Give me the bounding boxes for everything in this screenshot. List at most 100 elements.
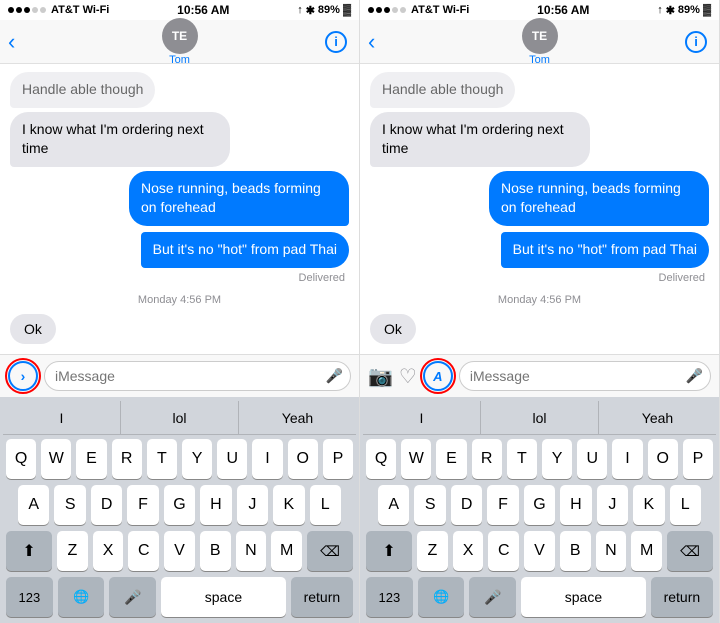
predictive-item[interactable]: Yeah — [599, 401, 716, 434]
back-button-left[interactable]: ‹ — [8, 29, 15, 55]
key-return[interactable]: return — [651, 577, 713, 617]
key-globe[interactable]: 🌐 — [418, 577, 465, 617]
camera-icon[interactable]: 📷 — [368, 364, 393, 389]
predictive-item[interactable]: lol — [121, 401, 239, 434]
key-j[interactable]: J — [237, 485, 268, 525]
key-l[interactable]: L — [310, 485, 341, 525]
key-p[interactable]: P — [683, 439, 713, 479]
key-z[interactable]: Z — [417, 531, 448, 571]
key-delete[interactable]: ⌫ — [307, 531, 353, 571]
message-input-right[interactable] — [459, 361, 711, 391]
key-a[interactable]: A — [378, 485, 409, 525]
bubble-incoming-truncated: Handle able though — [370, 72, 515, 108]
key-mic[interactable]: 🎤 — [109, 577, 156, 617]
key-row-bottom: 123 🌐 🎤 space return — [366, 577, 713, 617]
key-n[interactable]: N — [596, 531, 627, 571]
key-c[interactable]: C — [128, 531, 159, 571]
battery-label-right: 89% — [678, 4, 700, 16]
key-o[interactable]: O — [288, 439, 318, 479]
key-q[interactable]: Q — [6, 439, 36, 479]
key-i[interactable]: I — [252, 439, 282, 479]
key-e[interactable]: E — [76, 439, 106, 479]
key-mic[interactable]: 🎤 — [469, 577, 516, 617]
key-x[interactable]: X — [453, 531, 484, 571]
key-w[interactable]: W — [41, 439, 71, 479]
key-y[interactable]: Y — [182, 439, 212, 479]
battery-icon-left: ▓ — [343, 4, 351, 16]
key-j[interactable]: J — [597, 485, 628, 525]
key-number[interactable]: 123 — [366, 577, 413, 617]
keyboard-right: I lol Yeah Q W E R T Y U I O P A S D F — [360, 397, 719, 623]
key-k[interactable]: K — [633, 485, 664, 525]
key-s[interactable]: S — [54, 485, 85, 525]
predictive-item[interactable]: lol — [481, 401, 599, 434]
heart-icon[interactable]: ♡ — [399, 364, 417, 389]
key-t[interactable]: T — [507, 439, 537, 479]
key-u[interactable]: U — [217, 439, 247, 479]
bubble-incoming: I know what I'm ordering next time — [10, 112, 230, 167]
key-g[interactable]: G — [524, 485, 555, 525]
key-t[interactable]: T — [147, 439, 177, 479]
key-r[interactable]: R — [112, 439, 142, 479]
key-f[interactable]: F — [487, 485, 518, 525]
key-b[interactable]: B — [560, 531, 591, 571]
message-input-left[interactable] — [44, 361, 351, 391]
messages-area-right: Handle able though I know what I'm order… — [360, 64, 719, 354]
key-m[interactable]: M — [631, 531, 662, 571]
status-right-right: ↑ ✱ 89% ▓ — [657, 4, 711, 17]
predictive-item[interactable]: Yeah — [239, 401, 356, 434]
key-v[interactable]: V — [524, 531, 555, 571]
input-area-right: 📷 ♡ A 🎤 — [360, 354, 719, 397]
key-v[interactable]: V — [164, 531, 195, 571]
key-shift[interactable]: ⬆ — [366, 531, 412, 571]
key-o[interactable]: O — [648, 439, 678, 479]
key-space[interactable]: space — [521, 577, 646, 617]
key-z[interactable]: Z — [57, 531, 88, 571]
back-button-right[interactable]: ‹ — [368, 29, 375, 55]
avatar-right: TE — [522, 18, 558, 54]
key-y[interactable]: Y — [542, 439, 572, 479]
app-store-button-right[interactable]: A — [423, 361, 453, 391]
key-return[interactable]: return — [291, 577, 353, 617]
key-h[interactable]: H — [560, 485, 591, 525]
key-globe[interactable]: 🌐 — [58, 577, 105, 617]
key-h[interactable]: H — [200, 485, 231, 525]
carrier-label-left: AT&T Wi-Fi — [51, 4, 109, 16]
predictive-bar-right: I lol Yeah — [363, 401, 716, 435]
key-d[interactable]: D — [451, 485, 482, 525]
key-e[interactable]: E — [436, 439, 466, 479]
key-c[interactable]: C — [488, 531, 519, 571]
key-number[interactable]: 123 — [6, 577, 53, 617]
key-g[interactable]: G — [164, 485, 195, 525]
key-r[interactable]: R — [472, 439, 502, 479]
key-k[interactable]: K — [273, 485, 304, 525]
key-m[interactable]: M — [271, 531, 302, 571]
predictive-item[interactable]: I — [3, 401, 121, 434]
key-a[interactable]: A — [18, 485, 49, 525]
key-shift[interactable]: ⬆ — [6, 531, 52, 571]
time-label-messages-left: Monday 4:56 PM — [10, 294, 349, 306]
info-button-left[interactable]: i — [325, 31, 347, 53]
key-d[interactable]: D — [91, 485, 122, 525]
key-row: A S D F G H J K L — [366, 485, 713, 525]
expand-button-left[interactable]: › — [8, 361, 38, 391]
key-l[interactable]: L — [670, 485, 701, 525]
key-i[interactable]: I — [612, 439, 642, 479]
key-u[interactable]: U — [577, 439, 607, 479]
key-s[interactable]: S — [414, 485, 445, 525]
key-f[interactable]: F — [127, 485, 158, 525]
predictive-item[interactable]: I — [363, 401, 481, 434]
key-p[interactable]: P — [323, 439, 353, 479]
key-row: Q W E R T Y U I O P — [366, 439, 713, 479]
key-b[interactable]: B — [200, 531, 231, 571]
contact-info-left[interactable]: TE Tom — [162, 18, 198, 66]
key-n[interactable]: N — [236, 531, 267, 571]
bubble-outgoing: Nose running, beads forming on forehead — [489, 171, 709, 226]
key-space[interactable]: space — [161, 577, 286, 617]
key-delete[interactable]: ⌫ — [667, 531, 713, 571]
contact-info-right[interactable]: TE Tom — [522, 18, 558, 66]
info-button-right[interactable]: i — [685, 31, 707, 53]
key-x[interactable]: X — [93, 531, 124, 571]
key-q[interactable]: Q — [366, 439, 396, 479]
key-w[interactable]: W — [401, 439, 431, 479]
